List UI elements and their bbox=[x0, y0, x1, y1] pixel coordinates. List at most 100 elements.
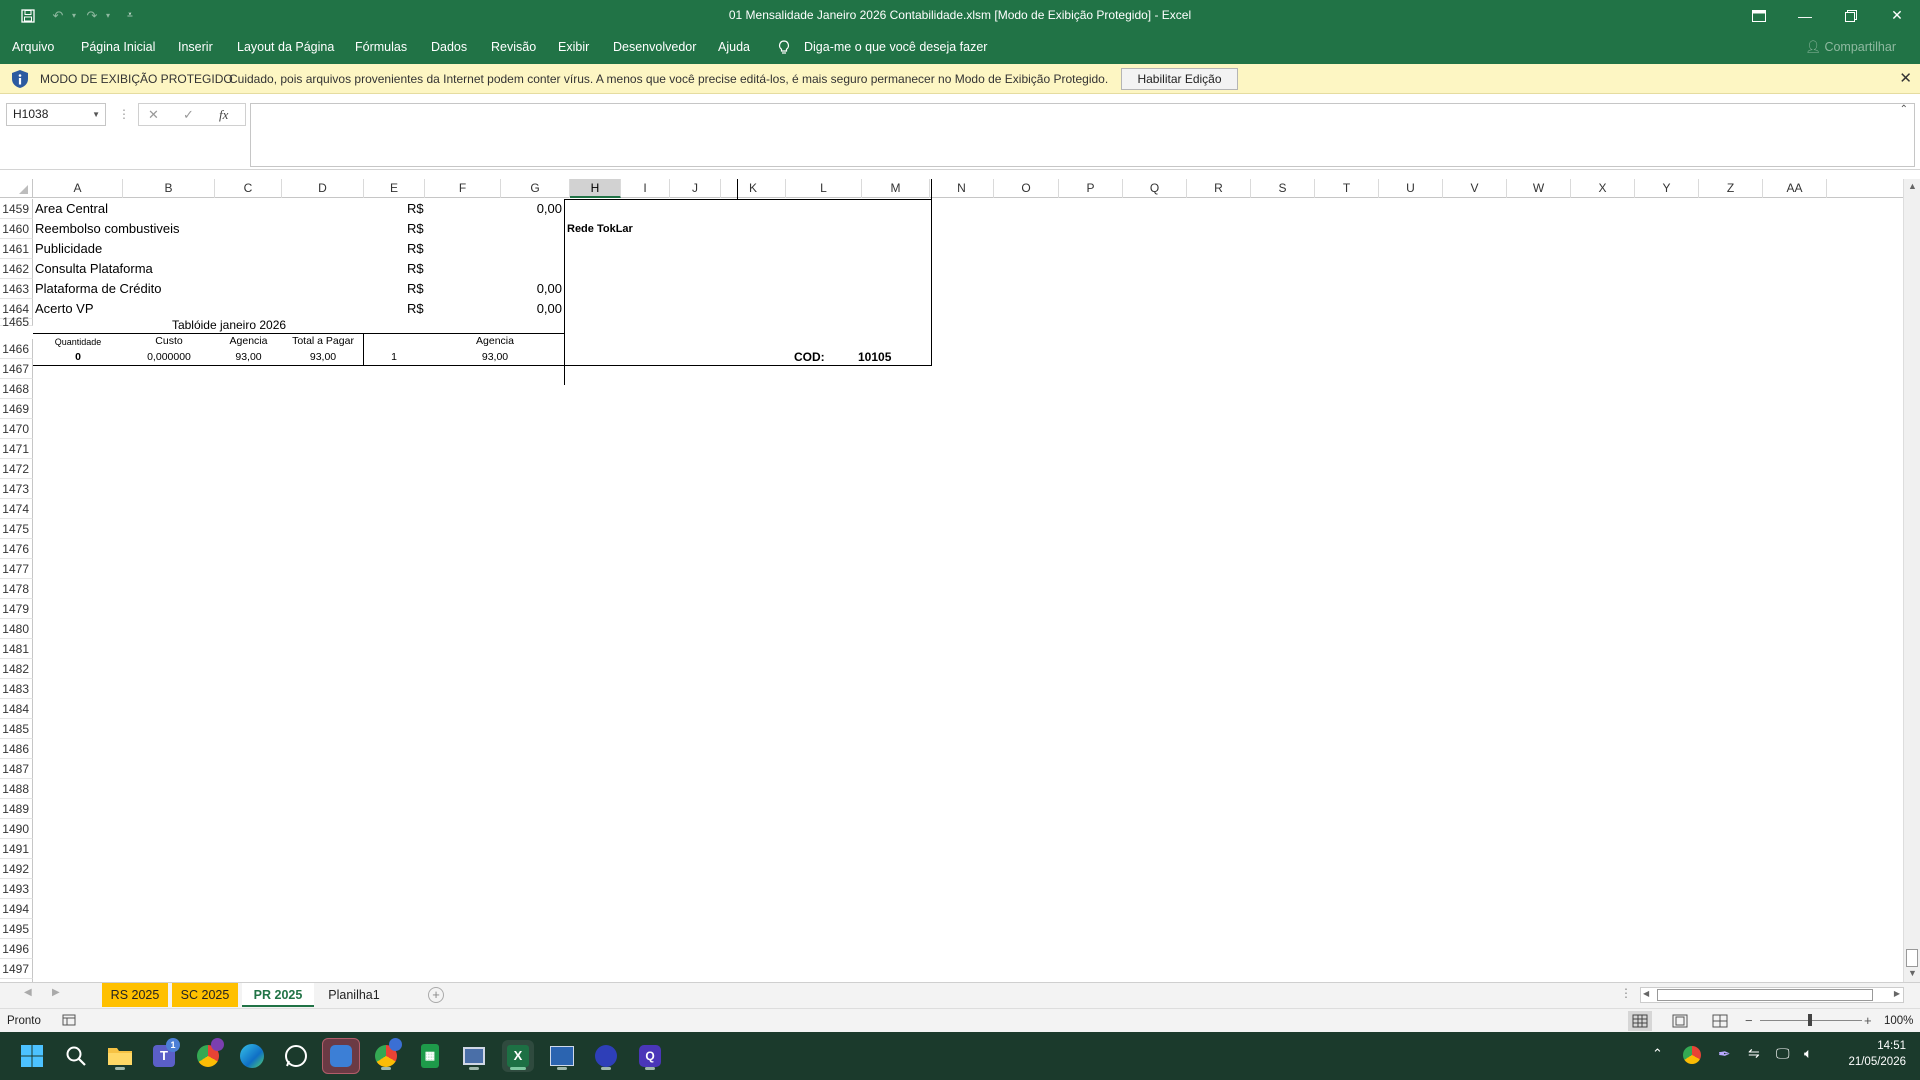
row-header-1475[interactable]: 1475 bbox=[0, 519, 33, 539]
value-agencia[interactable]: 93,00 bbox=[215, 349, 282, 365]
value-quantidade[interactable]: 0 bbox=[33, 349, 123, 365]
zoom-in-icon[interactable]: + bbox=[1864, 1009, 1872, 1033]
row-header-1492[interactable]: 1492 bbox=[0, 859, 33, 879]
cell-e1461[interactable]: R$ bbox=[407, 239, 424, 259]
cell-e1460[interactable]: R$ bbox=[407, 219, 424, 239]
header-quantidade[interactable]: Quantidade bbox=[33, 334, 123, 350]
row-header-1470[interactable]: 1470 bbox=[0, 419, 33, 439]
chrome-profile-icon[interactable] bbox=[192, 1038, 224, 1072]
cell-a1461[interactable]: Publicidade bbox=[35, 239, 102, 259]
enable-editing-button[interactable]: Habilitar Edição bbox=[1121, 68, 1238, 90]
row-header-1485[interactable]: 1485 bbox=[0, 719, 33, 739]
splitter-grip-icon[interactable]: ⋮ bbox=[1620, 986, 1632, 1000]
scroll-thumb[interactable] bbox=[1906, 949, 1918, 967]
collapse-formula-bar-icon[interactable]: ⌃ bbox=[1900, 104, 1908, 115]
row-header-1467[interactable]: 1467 bbox=[0, 359, 33, 379]
ribbon-display-options-icon[interactable] bbox=[1736, 0, 1782, 31]
zoom-out-icon[interactable]: − bbox=[1745, 1009, 1753, 1033]
restore-button[interactable] bbox=[1828, 0, 1874, 31]
row-header-1466[interactable]: 1466 bbox=[0, 339, 33, 359]
scroll-up-icon[interactable]: ▲ bbox=[1906, 181, 1919, 194]
formula-bar-grip-icon[interactable]: ⋮ bbox=[118, 103, 130, 126]
menu-formulas[interactable]: Fórmulas bbox=[355, 31, 407, 64]
insert-function-icon[interactable]: fx bbox=[219, 104, 228, 125]
chevron-down-icon[interactable]: ▼ bbox=[92, 104, 100, 125]
pen-tray-icon[interactable]: ✒︎ bbox=[1718, 1045, 1731, 1063]
column-header-z[interactable]: Z bbox=[1699, 179, 1763, 198]
minimize-button[interactable]: — bbox=[1782, 0, 1828, 31]
scroll-down-icon[interactable]: ▼ bbox=[1906, 968, 1919, 981]
value-custo[interactable]: 0,000000 bbox=[123, 349, 215, 365]
value-total-a-pagar[interactable]: 93,00 bbox=[282, 349, 364, 365]
page-break-view-icon[interactable] bbox=[1708, 1011, 1732, 1031]
column-header-m[interactable]: M bbox=[862, 179, 930, 198]
row-header-1488[interactable]: 1488 bbox=[0, 779, 33, 799]
row-header-1468[interactable]: 1468 bbox=[0, 379, 33, 399]
remote-app-icon[interactable] bbox=[322, 1038, 360, 1074]
tab-scroll-right-icon[interactable]: ▶ bbox=[52, 987, 60, 998]
rede-label[interactable]: Rede TokLar bbox=[567, 219, 633, 239]
menu-revisao[interactable]: Revisão bbox=[491, 31, 536, 64]
row-header-1474[interactable]: 1474 bbox=[0, 499, 33, 519]
column-header-j[interactable]: J bbox=[670, 179, 721, 198]
column-header-d[interactable]: D bbox=[282, 179, 364, 198]
zoom-slider[interactable] bbox=[1760, 1014, 1862, 1026]
column-header-w[interactable]: W bbox=[1507, 179, 1571, 198]
formula-input[interactable]: ⌃ bbox=[250, 103, 1915, 167]
search-app-icon[interactable]: Q bbox=[634, 1040, 666, 1072]
calculator-icon[interactable]: ▦ bbox=[414, 1040, 446, 1072]
add-sheet-icon[interactable]: + bbox=[428, 987, 444, 1003]
column-header-k[interactable]: K bbox=[721, 179, 786, 198]
row-header-1465[interactable]: 1465 bbox=[0, 316, 33, 328]
clock[interactable]: 14:51 21/05/2026 bbox=[1836, 1038, 1906, 1070]
tab-planilha1[interactable]: Planilha1 bbox=[318, 983, 390, 1007]
row-header-1461[interactable]: 1461 bbox=[0, 239, 33, 259]
row-header-1469[interactable]: 1469 bbox=[0, 399, 33, 419]
column-header-v[interactable]: V bbox=[1443, 179, 1507, 198]
row-header-1489[interactable]: 1489 bbox=[0, 799, 33, 819]
cancel-icon[interactable]: ✕ bbox=[148, 104, 159, 125]
column-header-s[interactable]: S bbox=[1251, 179, 1315, 198]
excel-icon[interactable]: X bbox=[502, 1040, 534, 1072]
column-header-u[interactable]: U bbox=[1379, 179, 1443, 198]
row-header-1482[interactable]: 1482 bbox=[0, 659, 33, 679]
zoom-slider-thumb[interactable] bbox=[1808, 1014, 1812, 1026]
game-app-icon[interactable] bbox=[590, 1040, 622, 1072]
tab-rs-2025[interactable]: RS 2025 bbox=[102, 983, 168, 1007]
name-box[interactable]: H1038 ▼ bbox=[6, 103, 106, 126]
horizontal-scrollbar[interactable]: ◀ ▶ bbox=[1640, 987, 1904, 1003]
column-header-x[interactable]: X bbox=[1571, 179, 1635, 198]
enter-icon[interactable]: ✓ bbox=[183, 104, 194, 125]
volume-icon[interactable]: 🔈︎ bbox=[1804, 1045, 1812, 1062]
menu-exibir[interactable]: Exibir bbox=[558, 31, 589, 64]
column-header-y[interactable]: Y bbox=[1635, 179, 1699, 198]
column-header-i[interactable]: I bbox=[621, 179, 670, 198]
row-header-1494[interactable]: 1494 bbox=[0, 899, 33, 919]
column-header-h[interactable]: H bbox=[570, 179, 621, 198]
row-header-1481[interactable]: 1481 bbox=[0, 639, 33, 659]
cod-value[interactable]: 10105 bbox=[858, 347, 891, 367]
close-button[interactable]: ✕ bbox=[1874, 0, 1920, 31]
value-agencia-2[interactable]: 93,00 bbox=[425, 349, 565, 365]
column-header-n[interactable]: N bbox=[930, 179, 994, 198]
value-e1467[interactable]: 1 bbox=[364, 349, 424, 365]
normal-view-icon[interactable] bbox=[1628, 1011, 1652, 1031]
teams-icon[interactable]: T 1 bbox=[148, 1038, 180, 1072]
whatsapp-icon[interactable] bbox=[280, 1040, 312, 1072]
row-header-1483[interactable]: 1483 bbox=[0, 679, 33, 699]
menu-pagina-inicial[interactable]: Página Inicial bbox=[81, 31, 155, 64]
column-header-p[interactable]: P bbox=[1059, 179, 1123, 198]
row-header-1472[interactable]: 1472 bbox=[0, 459, 33, 479]
tabloide-title[interactable]: Tablóide janeiro 2026 bbox=[33, 317, 425, 333]
header-custo[interactable]: Custo bbox=[123, 333, 215, 349]
tab-sc-2025[interactable]: SC 2025 bbox=[172, 983, 238, 1007]
menu-inserir[interactable]: Inserir bbox=[178, 31, 213, 64]
column-header-c[interactable]: C bbox=[215, 179, 282, 198]
tab-pr-2025[interactable]: PR 2025 bbox=[242, 983, 314, 1007]
column-header-q[interactable]: Q bbox=[1123, 179, 1187, 198]
row-header-1496[interactable]: 1496 bbox=[0, 939, 33, 959]
customize-quick-access-icon[interactable]: ⩡ bbox=[116, 0, 144, 31]
select-all-corner[interactable] bbox=[0, 179, 33, 198]
header-agencia-2[interactable]: Agencia bbox=[364, 333, 626, 349]
cell-f1464[interactable]: 0,00 bbox=[425, 299, 562, 319]
